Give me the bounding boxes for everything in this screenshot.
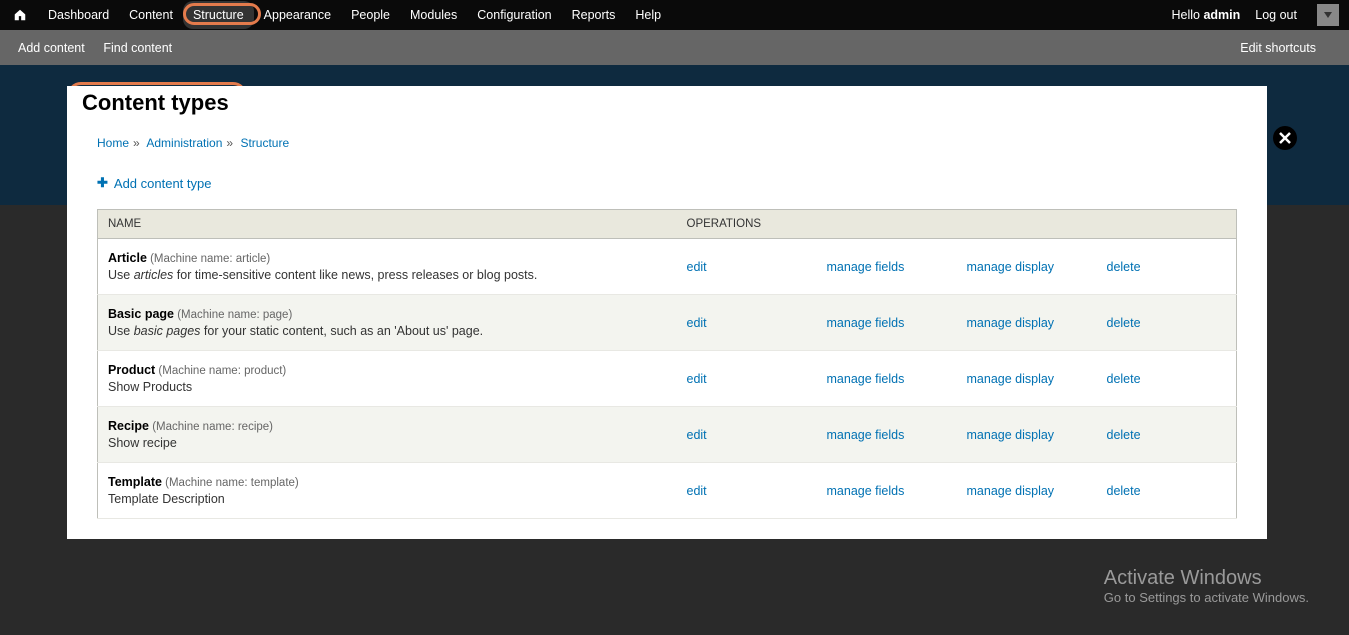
toolbar-item-modules[interactable]: Modules bbox=[400, 1, 467, 29]
op-edit[interactable]: edit bbox=[687, 484, 707, 498]
type-description: Use basic pages for your static content,… bbox=[108, 324, 667, 338]
cell-op: manage display bbox=[957, 295, 1097, 351]
windows-watermark: Activate Windows Go to Settings to activ… bbox=[1104, 567, 1309, 605]
cell-op: edit bbox=[677, 407, 817, 463]
type-label: Recipe bbox=[108, 419, 149, 433]
op-delete[interactable]: delete bbox=[1107, 316, 1141, 330]
col-name: Name bbox=[98, 210, 677, 239]
type-description: Show recipe bbox=[108, 436, 667, 450]
overlay-panel: Content types Home» Administration» Stru… bbox=[67, 86, 1267, 539]
machine-name: (Machine name: article) bbox=[147, 253, 270, 265]
cell-name: Basic page (Machine name: page) Use basic… bbox=[98, 295, 677, 351]
cell-op: manage fields bbox=[817, 351, 957, 407]
op-edit[interactable]: edit bbox=[687, 260, 707, 274]
machine-name: (Machine name: product) bbox=[155, 365, 286, 377]
col-operations: Operations bbox=[677, 210, 1237, 239]
machine-name: (Machine name: template) bbox=[162, 477, 299, 489]
breadcrumb-home[interactable]: Home bbox=[97, 136, 129, 150]
cell-op: delete bbox=[1097, 407, 1237, 463]
cell-name: Recipe (Machine name: recipe) Show recipe bbox=[98, 407, 677, 463]
cell-op: edit bbox=[677, 239, 817, 295]
op-edit[interactable]: edit bbox=[687, 316, 707, 330]
cell-op: manage fields bbox=[817, 239, 957, 295]
op-manage-fields[interactable]: manage fields bbox=[827, 428, 905, 442]
cell-op: delete bbox=[1097, 351, 1237, 407]
op-manage-fields[interactable]: manage fields bbox=[827, 372, 905, 386]
cell-op: edit bbox=[677, 351, 817, 407]
toolbar-item-content[interactable]: Content bbox=[119, 1, 183, 29]
shortcut-add-content[interactable]: Add content bbox=[18, 41, 85, 55]
table-row: Template (Machine name: template) Templat… bbox=[98, 463, 1237, 519]
cell-op: edit bbox=[677, 463, 817, 519]
op-manage-fields[interactable]: manage fields bbox=[827, 316, 905, 330]
toolbar-toggle-icon[interactable] bbox=[1317, 4, 1339, 26]
table-row: Basic page (Machine name: page) Use basic… bbox=[98, 295, 1237, 351]
table-row: Article (Machine name: article) Use artic… bbox=[98, 239, 1237, 295]
op-manage-fields[interactable]: manage fields bbox=[827, 260, 905, 274]
plus-icon: ✚ bbox=[97, 175, 108, 191]
op-delete[interactable]: delete bbox=[1107, 484, 1141, 498]
machine-name: (Machine name: recipe) bbox=[149, 421, 273, 433]
home-icon[interactable] bbox=[10, 5, 30, 25]
shortcuts-bar: Add content Find content Edit shortcuts bbox=[0, 30, 1349, 65]
shortcut-find-content[interactable]: Find content bbox=[103, 41, 172, 55]
type-description: Template Description bbox=[108, 492, 667, 506]
op-delete[interactable]: delete bbox=[1107, 372, 1141, 386]
add-content-type-link[interactable]: ✚ Add content type bbox=[97, 175, 211, 191]
op-manage-display[interactable]: manage display bbox=[967, 260, 1055, 274]
type-description: Use articles for time-sensitive content … bbox=[108, 268, 667, 282]
type-label: Template bbox=[108, 475, 162, 489]
machine-name: (Machine name: page) bbox=[174, 309, 292, 321]
cell-op: delete bbox=[1097, 463, 1237, 519]
op-delete[interactable]: delete bbox=[1107, 428, 1141, 442]
cell-op: manage fields bbox=[817, 407, 957, 463]
watermark-sub: Go to Settings to activate Windows. bbox=[1104, 590, 1309, 605]
breadcrumb-admin[interactable]: Administration bbox=[146, 136, 222, 150]
op-manage-display[interactable]: manage display bbox=[967, 484, 1055, 498]
op-delete[interactable]: delete bbox=[1107, 260, 1141, 274]
op-manage-display[interactable]: manage display bbox=[967, 316, 1055, 330]
hello-text: Hello admin bbox=[1172, 8, 1241, 22]
watermark-title: Activate Windows bbox=[1104, 567, 1309, 590]
cell-op: delete bbox=[1097, 239, 1237, 295]
cell-op: edit bbox=[677, 295, 817, 351]
op-manage-fields[interactable]: manage fields bbox=[827, 484, 905, 498]
page-title: Content types bbox=[82, 90, 229, 115]
content-types-table: Name Operations Article (Machine name: a… bbox=[97, 209, 1237, 519]
breadcrumb-structure[interactable]: Structure bbox=[240, 136, 289, 150]
logout-link-top[interactable]: Log out bbox=[1255, 8, 1297, 22]
type-label: Article bbox=[108, 251, 147, 265]
cell-name: Article (Machine name: article) Use artic… bbox=[98, 239, 677, 295]
op-manage-display[interactable]: manage display bbox=[967, 372, 1055, 386]
cell-op: manage fields bbox=[817, 295, 957, 351]
toolbar-item-dashboard[interactable]: Dashboard bbox=[38, 1, 119, 29]
cell-op: manage display bbox=[957, 239, 1097, 295]
toolbar-item-help[interactable]: Help bbox=[625, 1, 671, 29]
cell-op: delete bbox=[1097, 295, 1237, 351]
cell-op: manage display bbox=[957, 463, 1097, 519]
add-content-type-label: Add content type bbox=[114, 176, 212, 191]
toolbar-item-reports[interactable]: Reports bbox=[562, 1, 626, 29]
cell-name: Template (Machine name: template) Templat… bbox=[98, 463, 677, 519]
cell-op: manage fields bbox=[817, 463, 957, 519]
op-edit[interactable]: edit bbox=[687, 428, 707, 442]
toolbar-item-structure[interactable]: Structure bbox=[183, 1, 254, 29]
op-edit[interactable]: edit bbox=[687, 372, 707, 386]
toolbar-item-people[interactable]: People bbox=[341, 1, 400, 29]
op-manage-display[interactable]: manage display bbox=[967, 428, 1055, 442]
type-label: Product bbox=[108, 363, 155, 377]
table-row: Recipe (Machine name: recipe) Show recipe… bbox=[98, 407, 1237, 463]
breadcrumb: Home» Administration» Structure bbox=[97, 136, 1237, 150]
admin-toolbar: Dashboard Content Structure Appearance P… bbox=[0, 0, 1349, 30]
type-description: Show Products bbox=[108, 380, 667, 394]
close-icon[interactable] bbox=[1273, 126, 1297, 150]
cell-op: manage display bbox=[957, 351, 1097, 407]
cell-name: Product (Machine name: product) Show Prod… bbox=[98, 351, 677, 407]
edit-shortcuts-link[interactable]: Edit shortcuts bbox=[1240, 41, 1316, 55]
type-label: Basic page bbox=[108, 307, 174, 321]
table-row: Product (Machine name: product) Show Prod… bbox=[98, 351, 1237, 407]
toolbar-item-appearance[interactable]: Appearance bbox=[254, 1, 341, 29]
toolbar-item-configuration[interactable]: Configuration bbox=[467, 1, 561, 29]
cell-op: manage display bbox=[957, 407, 1097, 463]
